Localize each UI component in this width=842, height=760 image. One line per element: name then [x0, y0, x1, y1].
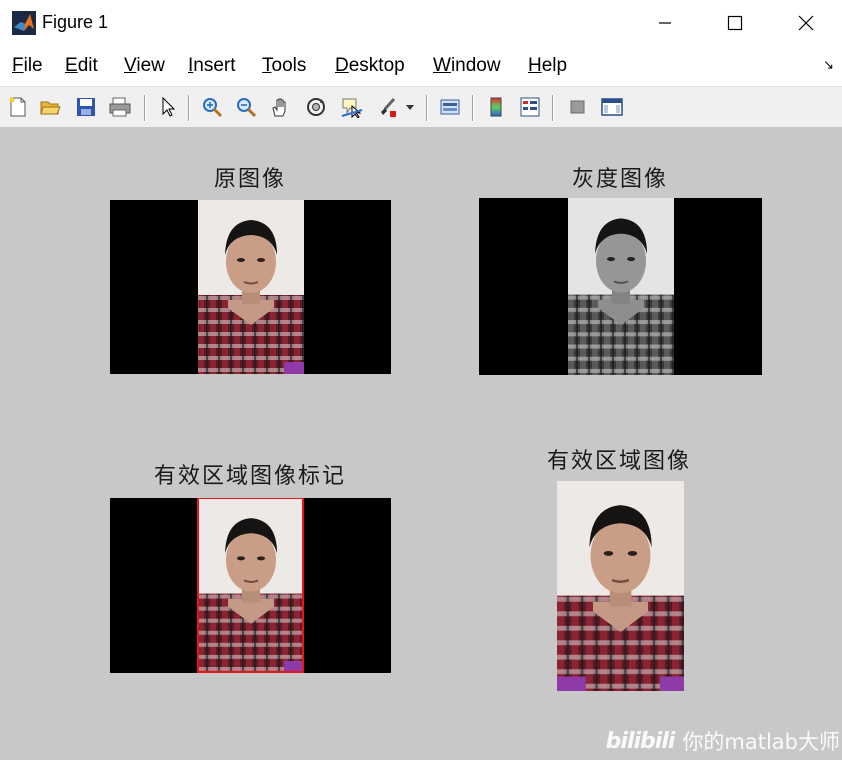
data-cursor-icon: [341, 98, 363, 118]
pan-button[interactable]: [266, 93, 294, 121]
link-plot-icon: [440, 99, 460, 115]
maximize-icon: [727, 15, 743, 31]
close-button[interactable]: [776, 0, 836, 46]
roi-bounding-box: [197, 498, 304, 673]
hide-plot-tools-icon: [570, 100, 585, 114]
menu-help[interactable]: Help: [528, 55, 567, 77]
rotate-3d-button[interactable]: [302, 93, 330, 121]
close-icon: [798, 15, 814, 31]
brush-dropdown-icon: [406, 105, 414, 110]
toolbar-separator: [426, 95, 428, 121]
menu-window[interactable]: Window: [433, 55, 501, 77]
zoom-in-icon: [203, 98, 223, 118]
rotate-3d-icon: [307, 98, 325, 116]
save-icon: [77, 98, 95, 116]
new-figure-icon: [9, 97, 26, 117]
gray-image-panel[interactable]: [479, 198, 762, 375]
zoom-in-button[interactable]: [198, 93, 226, 121]
gray-photo: [568, 198, 674, 375]
marked-image-panel[interactable]: [110, 498, 391, 673]
window-titlebar[interactable]: Figure 1: [0, 0, 842, 46]
legend-icon: [520, 97, 540, 117]
menu-insert[interactable]: Insert: [188, 55, 236, 77]
open-file-button[interactable]: [36, 93, 64, 121]
figure-canvas[interactable]: 原图像 灰度图像 有效区域图像标记 有效区域图像 bilibili 你的matl…: [0, 128, 842, 760]
original-photo: [198, 200, 304, 374]
window-title: Figure 1: [42, 12, 109, 32]
print-button[interactable]: [106, 93, 134, 121]
roi-cropped-photo[interactable]: [557, 481, 684, 691]
brush-dropdown-button[interactable]: [402, 93, 418, 121]
hide-plot-tools-button[interactable]: [564, 93, 592, 121]
toolbar-separator: [144, 95, 146, 121]
portrait-grayscale-icon: [568, 198, 674, 375]
subplot-title-roi: 有效区域图像: [546, 449, 691, 474]
menubar: File Edit View Insert Tools Desktop Wind…: [0, 46, 842, 86]
zoom-out-icon: [237, 98, 257, 118]
minimize-icon: [659, 22, 671, 24]
legend-button[interactable]: [516, 93, 544, 121]
subplot-title-gray: 灰度图像: [571, 167, 668, 192]
show-plot-tools-button[interactable]: [598, 93, 626, 121]
brush-button[interactable]: [374, 93, 402, 121]
toolbar-separator: [472, 95, 474, 121]
toolbar-separator: [188, 95, 190, 121]
new-figure-button[interactable]: [4, 93, 32, 121]
original-image-panel[interactable]: [110, 200, 391, 374]
print-icon: [109, 97, 131, 117]
portrait-photo-icon: [557, 481, 684, 691]
colorbar-button[interactable]: [482, 93, 510, 121]
portrait-photo-icon: [198, 200, 304, 374]
dock-figure-icon[interactable]: ↘: [823, 58, 834, 73]
brush-icon: [381, 97, 396, 117]
subplot-title-marked: 有效区域图像标记: [153, 464, 346, 489]
zoom-out-button[interactable]: [232, 93, 260, 121]
watermark-text: 你的matlab大师: [682, 730, 840, 754]
matlab-logo-icon: [12, 11, 36, 35]
pan-hand-icon: [272, 98, 286, 117]
colorbar-icon: [490, 97, 502, 117]
save-button[interactable]: [72, 93, 100, 121]
menu-view[interactable]: View: [124, 55, 165, 77]
data-cursor-button[interactable]: [338, 93, 366, 121]
link-plot-button[interactable]: [436, 93, 464, 121]
select-pointer-button[interactable]: [154, 93, 182, 121]
bilibili-watermark: bilibili 你的matlab大师: [606, 726, 840, 756]
show-plot-tools-icon: [601, 98, 623, 116]
select-pointer-icon: [162, 96, 176, 117]
menu-file[interactable]: File: [12, 55, 43, 77]
toolbar-separator: [552, 95, 554, 121]
bilibili-logo: bilibili: [605, 728, 676, 754]
figure-toolbar: [0, 86, 842, 128]
maximize-button[interactable]: [705, 0, 765, 46]
minimize-button[interactable]: [635, 0, 695, 46]
menu-edit[interactable]: Edit: [65, 55, 98, 77]
menu-desktop[interactable]: Desktop: [335, 55, 405, 77]
subplot-title-original: 原图像: [213, 167, 286, 192]
open-file-icon: [40, 101, 61, 115]
menu-tools[interactable]: Tools: [262, 55, 306, 77]
